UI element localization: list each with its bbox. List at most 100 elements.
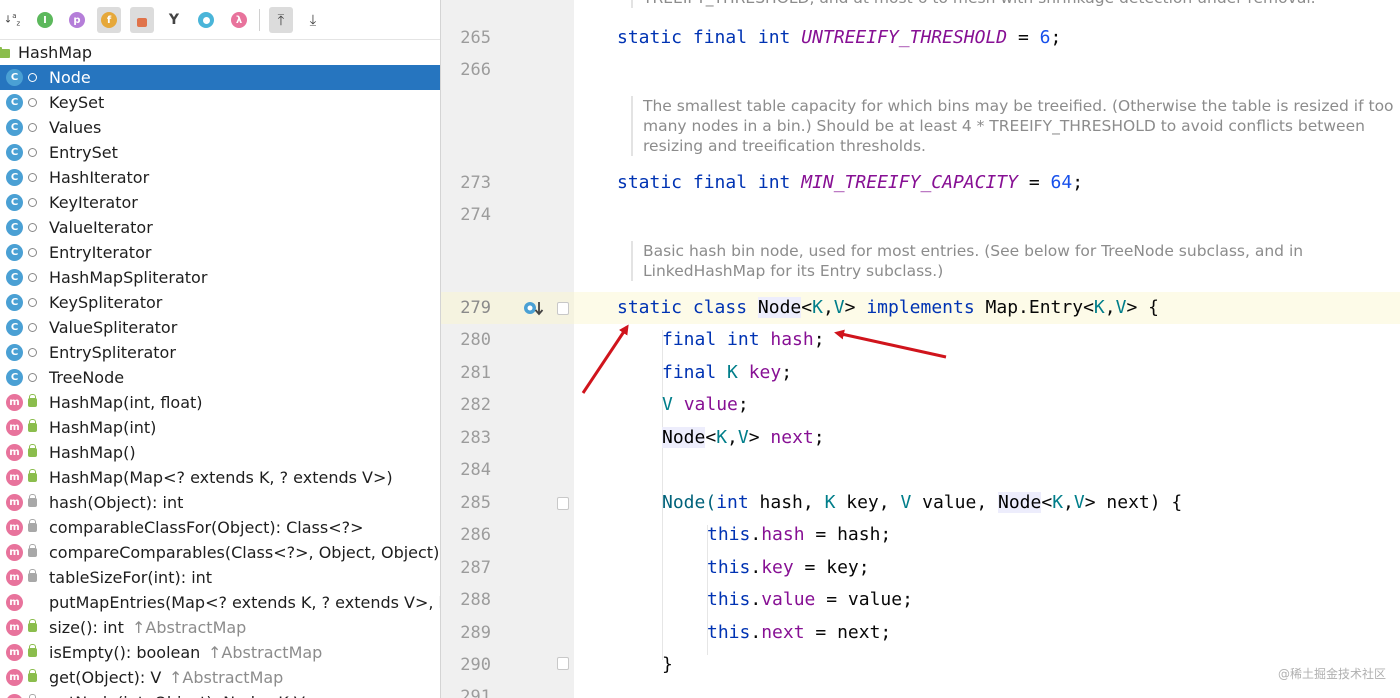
structure-item[interactable]: C Node <box>0 65 440 90</box>
structure-item[interactable]: C HashIterator <box>0 165 440 190</box>
code-token: < <box>1041 492 1053 513</box>
show-fields-icon[interactable]: f <box>97 7 121 33</box>
show-hierarchy-icon[interactable]: Y <box>162 7 186 33</box>
code-token: ; <box>813 427 825 448</box>
structure-item[interactable]: C TreeNode <box>0 365 440 390</box>
code-line: Node<K,V> next; <box>662 427 825 448</box>
structure-item[interactable]: C HashMapSpliterator <box>0 265 440 290</box>
structure-item-label: Values <box>49 118 102 137</box>
structure-item-label: KeySpliterator <box>49 293 163 312</box>
code-token: K <box>727 362 738 383</box>
line-number: 290 <box>460 655 491 675</box>
show-inherited-icon[interactable]: I <box>33 7 57 33</box>
code-token: next <box>761 622 805 643</box>
structure-item[interactable]: m getNode(int, Object): Node<K,V> <box>0 690 440 698</box>
structure-item[interactable]: m HashMap(int, float) <box>0 390 440 415</box>
code-token: = next; <box>804 622 892 643</box>
doc-line: LinkedHashMap for its Entry subclass.) <box>643 262 944 280</box>
structure-item-label: size(): int <box>49 618 124 637</box>
code-token: V <box>1073 492 1085 513</box>
show-non-public-icon[interactable] <box>130 7 154 33</box>
code-token: int <box>716 492 760 513</box>
structure-item[interactable]: m comparableClassFor(Object): Class<?> <box>0 515 440 540</box>
doc-line: Basic hash bin node, used for most entri… <box>643 242 1304 260</box>
visibility-static-icon <box>28 569 37 582</box>
code-token: this <box>707 557 751 578</box>
show-properties-icon[interactable]: p <box>65 7 89 33</box>
structure-item-label: putMapEntries(Map<? extends K, ? extends… <box>49 593 440 612</box>
code-token: , <box>727 427 738 448</box>
structure-item[interactable]: C ValueSpliterator <box>0 315 440 340</box>
code-line: static class Node<K,V> implements Map.En… <box>617 297 1159 318</box>
structure-item[interactable]: C ValueIterator <box>0 215 440 240</box>
code-token: Node( <box>662 492 717 513</box>
line-number: 287 <box>460 558 491 578</box>
structure-item[interactable]: m hash(Object): int <box>0 490 440 515</box>
code-token: Node <box>662 427 706 448</box>
code-line: this.hash = hash; <box>707 524 891 545</box>
code-editor[interactable]: 265 266 273 274 279 280 281 282 283 284 … <box>441 0 1400 698</box>
structure-item[interactable]: C EntryIterator <box>0 240 440 265</box>
tree-root[interactable]: HashMap <box>0 40 440 65</box>
fold-marker[interactable] <box>557 657 569 670</box>
code-token: K <box>716 427 728 448</box>
code-token: Node <box>757 297 802 318</box>
structure-item[interactable]: m HashMap() <box>0 440 440 465</box>
code-token: = hash; <box>804 524 892 545</box>
inherited-from-label: ↑AbstractMap <box>132 618 247 637</box>
structure-item[interactable]: m HashMap(Map<? extends K, ? extends V>) <box>0 465 440 490</box>
class-icon: C <box>6 369 23 386</box>
implements-method-icon[interactable] <box>523 300 545 322</box>
visibility-package-icon <box>28 123 37 132</box>
code-token: , <box>822 297 834 318</box>
code-token: . <box>750 524 762 545</box>
visibility-public-icon <box>28 394 37 407</box>
structure-item[interactable]: m HashMap(int) <box>0 415 440 440</box>
structure-item[interactable]: C KeyIterator <box>0 190 440 215</box>
annotation-arrow <box>581 324 629 394</box>
code-token: ; <box>737 394 749 415</box>
structure-item[interactable]: m get(Object): V ↑AbstractMap <box>0 665 440 690</box>
structure-item[interactable]: C KeySet <box>0 90 440 115</box>
structure-item[interactable]: C Values <box>0 115 440 140</box>
structure-item[interactable]: C EntrySet <box>0 140 440 165</box>
inherited-from-label: ↑AbstractMap <box>208 643 323 662</box>
autoscroll-from-source-icon[interactable]: ⤓ <box>301 7 325 33</box>
code-line: Node(int hash, K key, V value, Node<K,V>… <box>662 492 1182 513</box>
autoscroll-to-source-icon[interactable]: ⤒ <box>269 7 293 33</box>
code-line: this.key = key; <box>707 557 870 578</box>
visibility-package-icon <box>28 298 37 307</box>
line-number: 280 <box>460 330 491 350</box>
code-token: this <box>707 589 751 610</box>
line-number: 265 <box>460 28 491 48</box>
code-token: V <box>833 297 845 318</box>
line-number: 288 <box>460 590 491 610</box>
doc-line: TREEIFY_THRESHOLD, and at most 6 to mesh… <box>643 0 1316 8</box>
code-token: this <box>707 524 751 545</box>
show-anonymous-icon[interactable] <box>194 7 218 33</box>
visibility-public-icon <box>28 419 37 432</box>
structure-item[interactable]: m putMapEntries(Map<? extends K, ? extend… <box>0 590 440 615</box>
structure-item[interactable]: m isEmpty(): boolean ↑AbstractMap <box>0 640 440 665</box>
structure-item-label: getNode(int, Object): Node<K,V> <box>49 693 318 698</box>
structure-item[interactable]: C EntrySpliterator <box>0 340 440 365</box>
fold-marker[interactable] <box>557 497 569 510</box>
structure-item[interactable]: m size(): int ↑AbstractMap <box>0 615 440 640</box>
sort-alpha-icon[interactable]: ↓az <box>0 7 24 33</box>
structure-item[interactable]: m compareComparables(Class<?>, Object, Ob… <box>0 540 440 565</box>
method-icon: m <box>6 669 23 686</box>
code-token: final int <box>662 329 771 350</box>
annotation-arrow <box>834 329 947 359</box>
structure-item-label: HashMap(int, float) <box>49 393 203 412</box>
code-token: final <box>662 362 728 383</box>
line-number: 285 <box>460 493 491 513</box>
fold-marker[interactable] <box>557 302 569 315</box>
visibility-static-icon <box>28 519 37 532</box>
visibility-package-icon <box>28 273 37 282</box>
show-lambdas-icon[interactable]: λ <box>227 7 251 33</box>
visibility-public-icon <box>28 619 37 632</box>
structure-item[interactable]: m tableSizeFor(int): int <box>0 565 440 590</box>
structure-item[interactable]: C KeySpliterator <box>0 290 440 315</box>
code-line: V value; <box>662 394 749 415</box>
line-number: 274 <box>460 205 491 225</box>
